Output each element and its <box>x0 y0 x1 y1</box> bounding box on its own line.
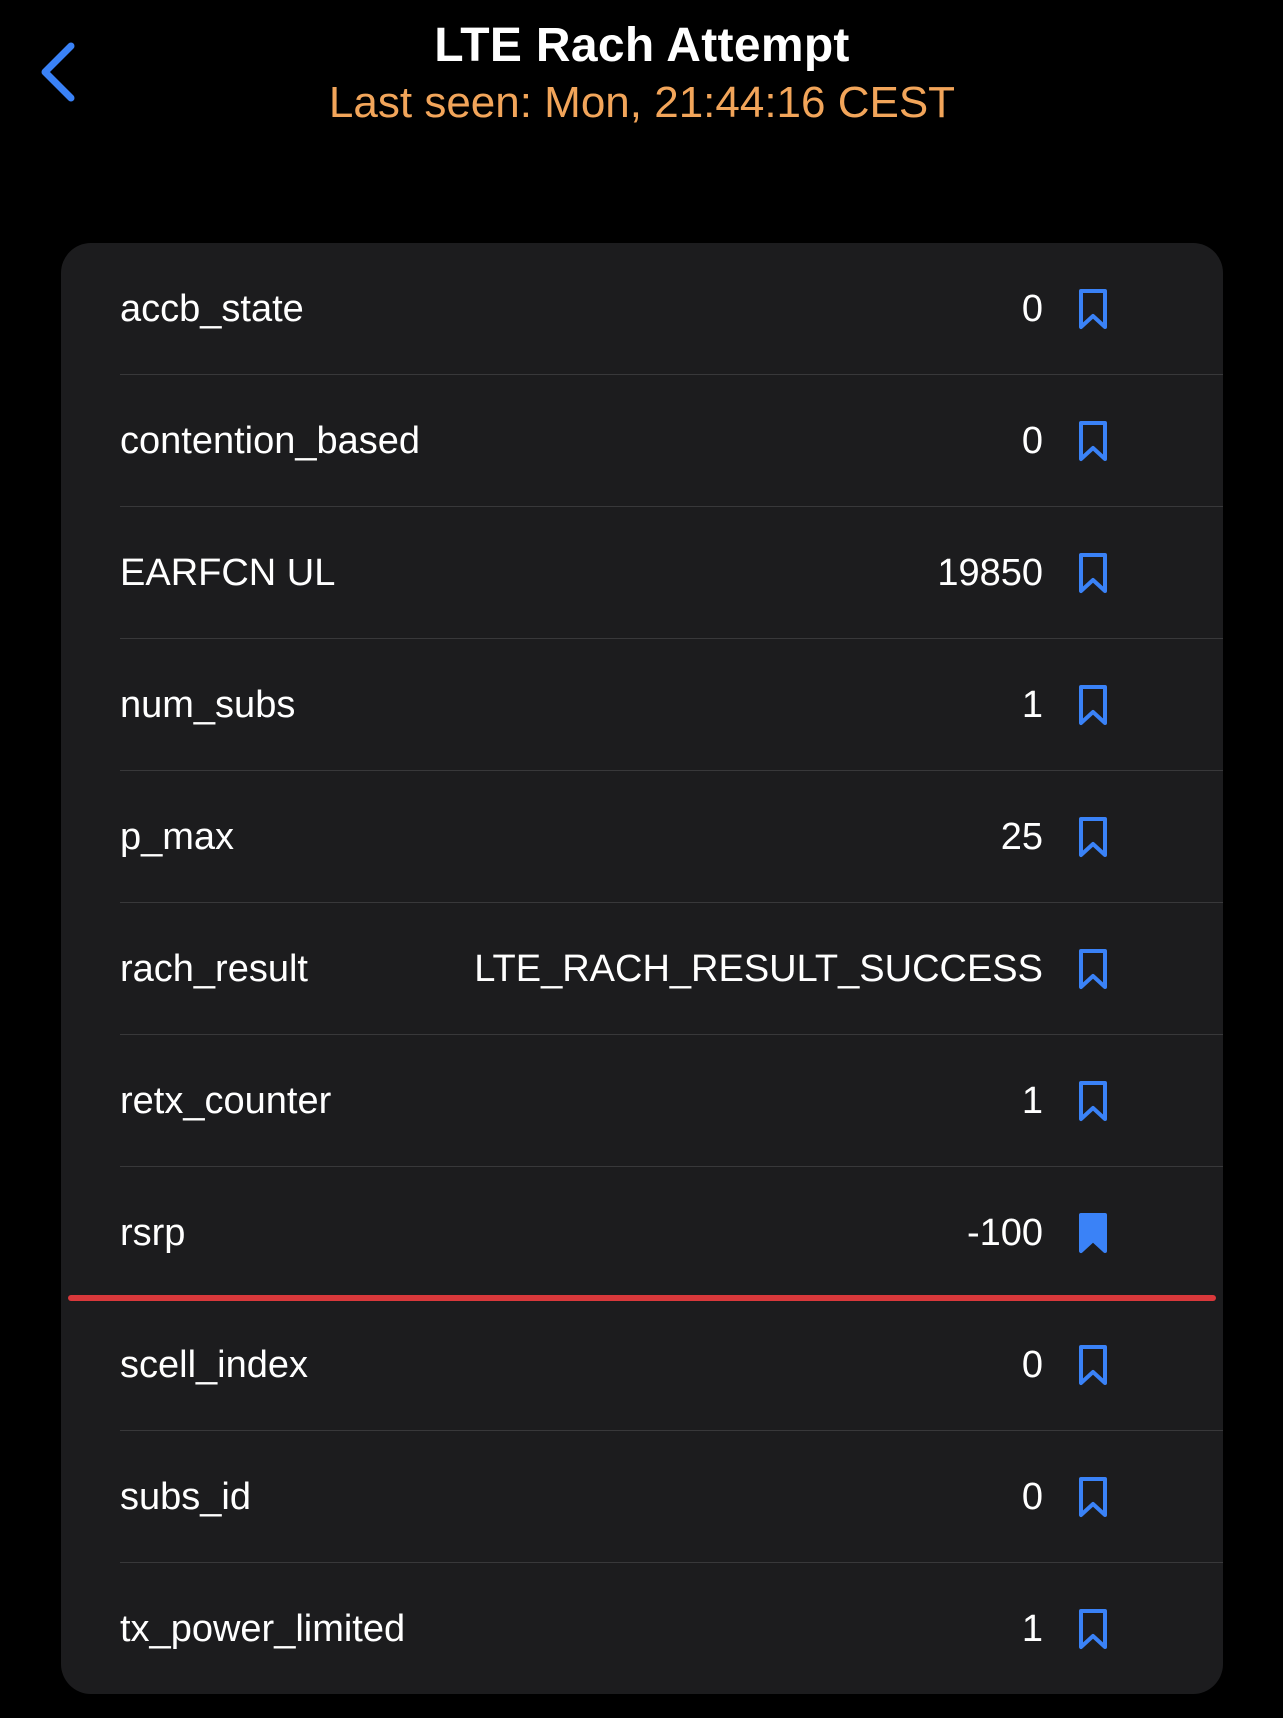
field-value: 0 <box>1021 1343 1043 1386</box>
bookmark-filled-icon <box>1079 1213 1107 1253</box>
field-label: accb_state <box>120 287 304 330</box>
field-label: rach_result <box>120 947 308 990</box>
bookmark-icon <box>1079 949 1107 989</box>
field-value: 19850 <box>937 551 1043 594</box>
bookmark-icon <box>1079 289 1107 329</box>
field-row[interactable]: tx_power_limited 1 <box>61 1563 1223 1694</box>
bookmark-button[interactable] <box>1075 549 1111 597</box>
field-value: 0 <box>1021 1475 1043 1518</box>
field-label: tx_power_limited <box>120 1607 406 1650</box>
navigation-header: LTE Rach Attempt Last seen: Mon, 21:44:1… <box>0 0 1283 150</box>
bookmark-icon <box>1079 421 1107 461</box>
field-row[interactable]: EARFCN UL 19850 <box>61 507 1223 639</box>
field-row[interactable]: retx_counter 1 <box>61 1035 1223 1167</box>
bookmark-button[interactable] <box>1075 1473 1111 1521</box>
bookmark-button[interactable] <box>1075 681 1111 729</box>
bookmark-filled-button[interactable] <box>1075 1209 1111 1257</box>
back-button[interactable] <box>30 36 86 108</box>
bookmark-icon <box>1079 553 1107 593</box>
field-value: LTE_RACH_RESULT_SUCCESS <box>474 947 1043 990</box>
field-row[interactable]: contention_based 0 <box>61 375 1223 507</box>
field-value: 0 <box>1021 287 1043 330</box>
field-row[interactable]: p_max 25 <box>61 771 1223 903</box>
bookmark-icon <box>1079 1477 1107 1517</box>
field-label: subs_id <box>120 1475 251 1518</box>
bookmark-button[interactable] <box>1075 1341 1111 1389</box>
field-value: 1 <box>1021 683 1043 726</box>
chevron-left-icon <box>41 42 75 102</box>
bookmark-button[interactable] <box>1075 945 1111 993</box>
field-label: scell_index <box>120 1343 308 1386</box>
field-row[interactable]: subs_id 0 <box>61 1431 1223 1563</box>
title-block: LTE Rach Attempt Last seen: Mon, 21:44:1… <box>200 14 1084 130</box>
bookmark-button[interactable] <box>1075 417 1111 465</box>
fields-card: accb_state 0 contention_based 0 EARFCN UL 198… <box>61 243 1223 1694</box>
field-value: 1 <box>1021 1079 1043 1122</box>
field-label: EARFCN UL <box>120 551 336 594</box>
bookmark-icon <box>1079 1345 1107 1385</box>
bookmark-button[interactable] <box>1075 813 1111 861</box>
bookmark-button[interactable] <box>1075 1077 1111 1125</box>
field-label: num_subs <box>120 683 296 726</box>
field-value: 1 <box>1021 1607 1043 1650</box>
field-row[interactable]: accb_state 0 <box>61 243 1223 375</box>
field-row[interactable]: num_subs 1 <box>61 639 1223 771</box>
field-label: retx_counter <box>120 1079 332 1122</box>
field-label: rsrp <box>120 1211 186 1254</box>
bookmark-icon <box>1079 685 1107 725</box>
last-seen-subtitle: Last seen: Mon, 21:44:16 CEST <box>328 78 956 127</box>
field-label: p_max <box>120 815 235 858</box>
bookmark-icon <box>1079 817 1107 857</box>
field-value: 0 <box>1021 419 1043 462</box>
page-title: LTE Rach Attempt <box>434 19 850 72</box>
field-row[interactable]: rsrp -100 <box>61 1167 1223 1301</box>
bookmark-button[interactable] <box>1075 1605 1111 1653</box>
field-row[interactable]: rach_result LTE_RACH_RESULT_SUCCESS <box>61 903 1223 1035</box>
bookmark-icon <box>1079 1609 1107 1649</box>
field-label: contention_based <box>120 419 421 462</box>
field-value: 25 <box>1000 815 1043 858</box>
bookmark-icon <box>1079 1081 1107 1121</box>
field-value: -100 <box>966 1211 1043 1254</box>
bookmark-button[interactable] <box>1075 285 1111 333</box>
field-row[interactable]: scell_index 0 <box>61 1299 1223 1431</box>
